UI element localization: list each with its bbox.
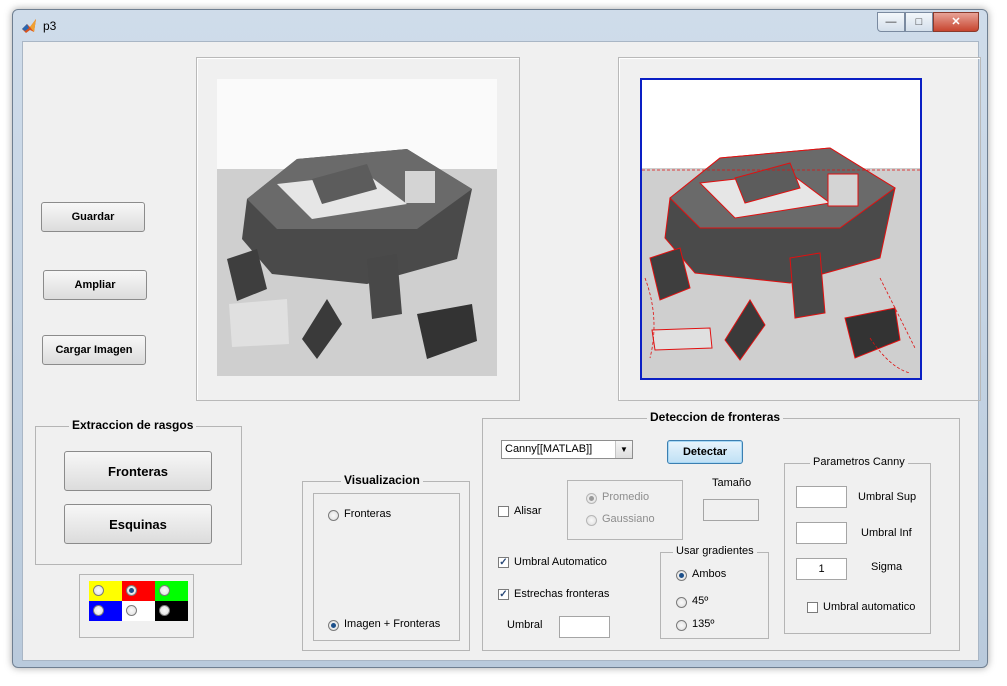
color-palette: [89, 581, 188, 621]
sigma-field[interactable]: 1: [796, 558, 847, 580]
gradientes-title: Usar gradientes: [673, 545, 757, 557]
tamano-field[interactable]: [703, 499, 759, 521]
detectar-button[interactable]: Detectar: [667, 440, 743, 464]
color-swatch[interactable]: [155, 601, 188, 621]
color-radio[interactable]: [126, 605, 137, 616]
color-radio[interactable]: [126, 585, 137, 596]
visualizacion-group: Visualizacion Fronteras Imagen + Fronter…: [302, 473, 470, 651]
canny-umbral-auto-checkbox[interactable]: [807, 602, 818, 613]
canny-group: Parametros Canny Umbral Sup Umbral Inf 1…: [784, 456, 931, 634]
radio-imagen-fronteras-label: Imagen + Fronteras: [344, 618, 441, 630]
radio-gaussiano-label: Gaussiano: [602, 513, 655, 525]
radio-imagen-fronteras[interactable]: [328, 620, 339, 631]
fronteras-button[interactable]: Fronteras: [64, 451, 212, 491]
gradientes-group: Usar gradientes Ambos 45º 135º: [660, 545, 769, 639]
alisar-label: Alisar: [514, 505, 542, 517]
color-swatch[interactable]: [89, 601, 122, 621]
minimize-button[interactable]: —: [877, 12, 905, 32]
umbral-sup-field[interactable]: [796, 486, 847, 508]
umbral-inf-label: Umbral Inf: [861, 527, 912, 539]
color-radio[interactable]: [159, 585, 170, 596]
umbral-field[interactable]: [559, 616, 610, 638]
figure-client-area: Guardar Ampliar Cargar Imagen Extraccion…: [22, 41, 981, 661]
umbral-automatico-checkbox[interactable]: ✓: [498, 557, 509, 568]
method-select[interactable]: Canny[[MATLAB]] ▼: [501, 440, 633, 459]
guardar-button[interactable]: Guardar: [41, 202, 145, 232]
radio-ambos[interactable]: [676, 570, 687, 581]
umbral-sup-label: Umbral Sup: [858, 491, 917, 503]
window-title: p3: [43, 19, 57, 33]
esquinas-button[interactable]: Esquinas: [64, 504, 212, 544]
radio-45-label: 45º: [692, 595, 709, 607]
color-radio[interactable]: [159, 605, 170, 616]
sigma-label: Sigma: [871, 561, 903, 573]
umbral-automatico-label: Umbral Automatico: [514, 556, 607, 568]
radio-135[interactable]: [676, 620, 687, 631]
radio-gaussiano[interactable]: [586, 515, 597, 526]
ampliar-button[interactable]: Ampliar: [43, 270, 147, 300]
estrechas-fronteras-checkbox[interactable]: ✓: [498, 589, 509, 600]
radio-ambos-label: Ambos: [692, 568, 727, 580]
radio-promedio[interactable]: [586, 493, 597, 504]
canny-title: Parametros Canny: [810, 456, 908, 468]
chevron-down-icon: ▼: [615, 441, 632, 458]
color-radio[interactable]: [93, 605, 104, 616]
maximize-button[interactable]: □: [905, 12, 933, 32]
result-image-panel: [618, 57, 981, 401]
extraccion-title: Extraccion de rasgos: [69, 418, 197, 432]
app-window: p3 — □ ✕ Guardar Ampliar Cargar Imagen E…: [12, 9, 988, 668]
visualizacion-title: Visualizacion: [341, 473, 423, 487]
method-select-value: Canny[[MATLAB]]: [505, 443, 593, 455]
deteccion-title: Deteccion de fronteras: [647, 410, 784, 424]
color-swatch[interactable]: [89, 581, 122, 601]
color-swatch[interactable]: [122, 581, 155, 601]
deteccion-group: Deteccion de fronteras Canny[[MATLAB]] ▼…: [482, 410, 960, 651]
matlab-icon: [22, 19, 36, 33]
color-swatch[interactable]: [155, 581, 188, 601]
color-radio[interactable]: [93, 585, 104, 596]
canny-umbral-auto-label: Umbral automatico: [823, 601, 916, 613]
smoothing-options-group: Promedio Gaussiano: [567, 480, 683, 540]
color-swatch[interactable]: [122, 601, 155, 621]
radio-45[interactable]: [676, 597, 687, 608]
radio-fronteras[interactable]: [328, 510, 339, 521]
original-image: [217, 79, 497, 376]
umbral-inf-field[interactable]: [796, 522, 847, 544]
original-image-panel: [196, 57, 520, 401]
cargar-imagen-button[interactable]: Cargar Imagen: [42, 335, 146, 365]
title-bar[interactable]: p3 — □ ✕: [13, 10, 987, 42]
tamano-label: Tamaño: [712, 477, 752, 489]
estrechas-fronteras-label: Estrechas fronteras: [514, 588, 610, 600]
close-button[interactable]: ✕: [933, 12, 979, 32]
extraccion-group: Extraccion de rasgos Fronteras Esquinas: [35, 418, 242, 565]
radio-135-label: 135º: [692, 618, 715, 630]
edges-image: [640, 78, 922, 380]
radio-fronteras-label: Fronteras: [344, 508, 392, 520]
color-palette-group: [79, 574, 194, 638]
visualizacion-inner: Fronteras Imagen + Fronteras: [313, 493, 460, 641]
alisar-checkbox[interactable]: [498, 506, 509, 517]
umbral-label: Umbral: [507, 619, 543, 631]
radio-promedio-label: Promedio: [602, 491, 650, 503]
